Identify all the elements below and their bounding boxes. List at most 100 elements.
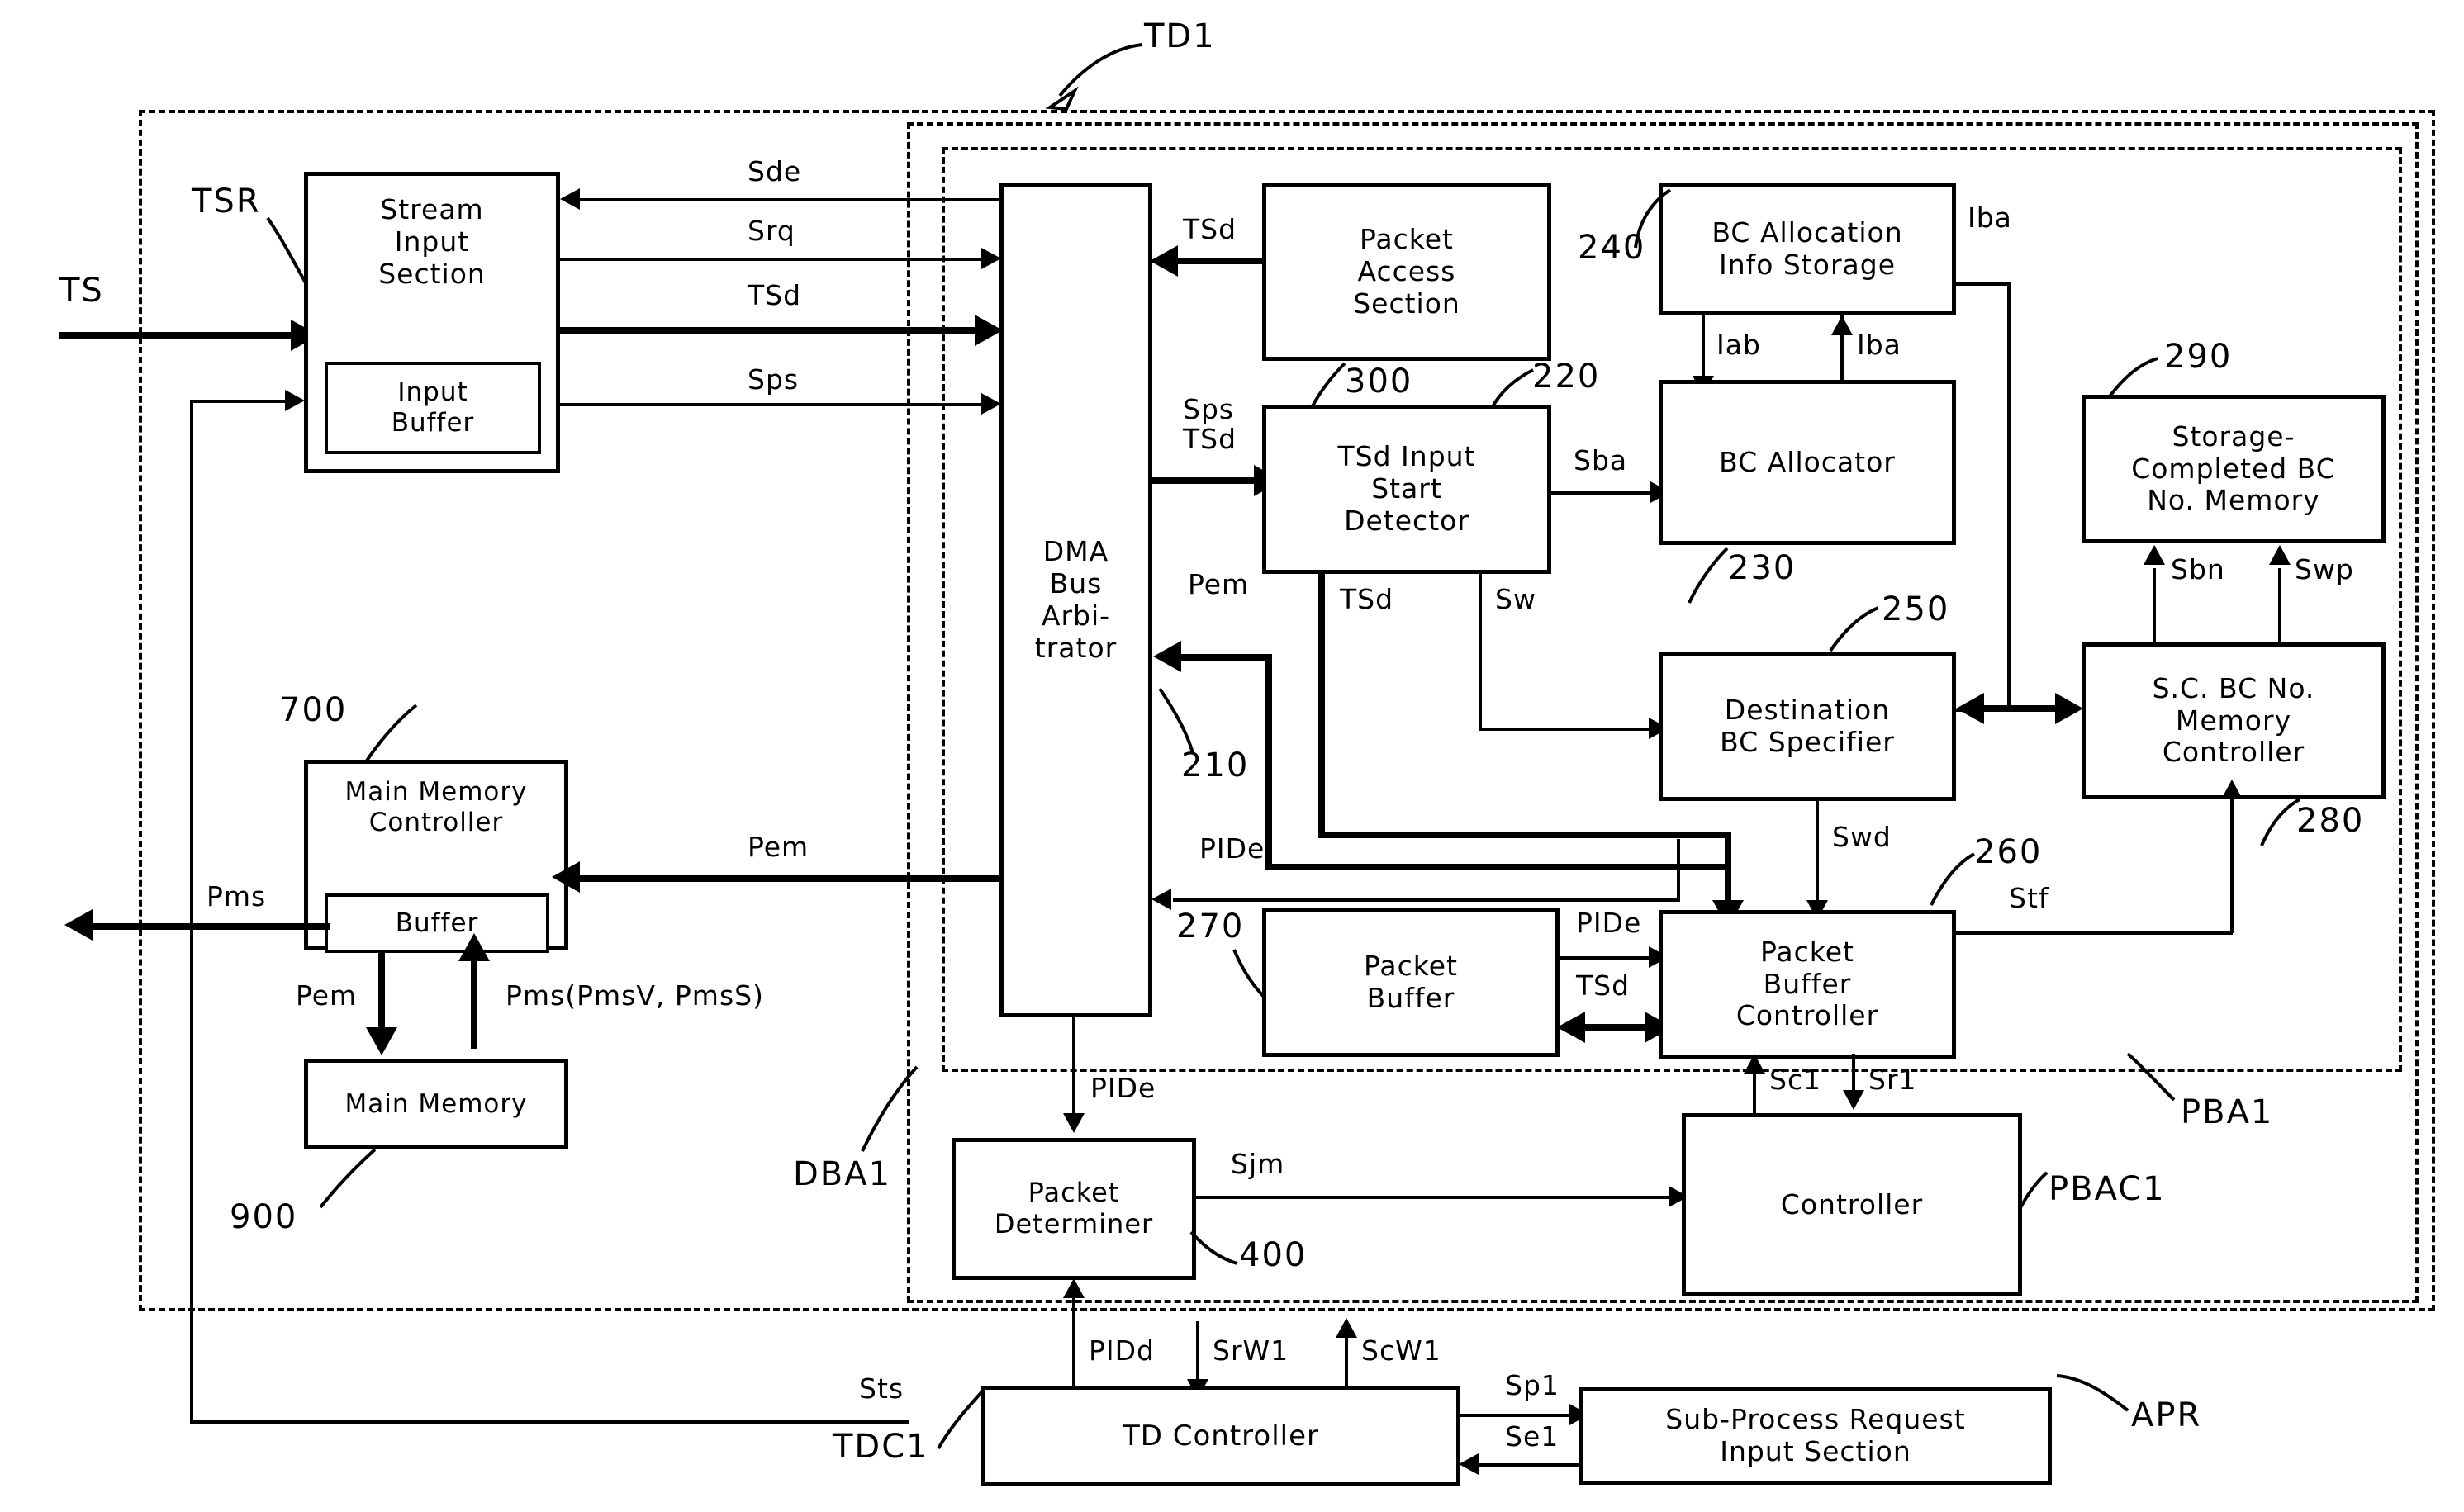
refnum-packet-buffer-controller: 260 bbox=[1974, 833, 2043, 871]
wire-sts-feedback-bottom bbox=[190, 1420, 909, 1424]
label-pide-arb: PIDe bbox=[1199, 832, 1265, 865]
block-tsd-input-start-detector[interactable]: TSd Input Start Detector bbox=[1262, 405, 1551, 574]
label-pide-pb: PIDe bbox=[1576, 907, 1642, 939]
wire-pidd bbox=[1072, 1298, 1075, 1387]
refnum-bc-allocator: 230 bbox=[1728, 549, 1797, 587]
block-bc-allocator[interactable]: BC Allocator bbox=[1659, 380, 1956, 545]
label-iba-top: Iba bbox=[1968, 201, 2012, 234]
label-srw1: SrW1 bbox=[1213, 1334, 1289, 1367]
pba1-leader bbox=[2126, 1052, 2176, 1102]
block-destination-bc-specifier[interactable]: Destination BC Specifier bbox=[1659, 652, 1956, 801]
wire-tsd-detector-h bbox=[1318, 832, 1731, 838]
label-sp1: Sp1 bbox=[1505, 1369, 1560, 1401]
block-main-memory[interactable]: Main Memory bbox=[304, 1059, 568, 1149]
arrow-pidd bbox=[1063, 1278, 1085, 1298]
arrow-swp bbox=[2269, 545, 2291, 565]
refnum-storage-completed-bc-no-memory: 290 bbox=[2164, 338, 2233, 376]
refnum-main-memory: 900 bbox=[230, 1198, 298, 1236]
label-pide-det: PIDe bbox=[1090, 1072, 1156, 1104]
arrow-pms-out bbox=[64, 909, 93, 941]
wire-bcspec-to-scbc bbox=[1978, 705, 2061, 712]
wire-sr1 bbox=[1852, 1054, 1855, 1093]
arrow-bcspec-right bbox=[2055, 693, 2083, 724]
block-td-controller[interactable]: TD Controller bbox=[981, 1386, 1460, 1486]
label-sw: Sw bbox=[1495, 583, 1536, 615]
label-se1: Se1 bbox=[1505, 1420, 1560, 1453]
wire-sde bbox=[578, 198, 999, 201]
wire-iab bbox=[1702, 315, 1705, 380]
label-iba-mid: Iba bbox=[1857, 329, 1901, 361]
arrow-pide-det bbox=[1063, 1113, 1085, 1133]
wire-pms-mem bbox=[471, 958, 477, 1049]
wire-swd bbox=[1816, 801, 1819, 910]
refnum-700-leader bbox=[363, 704, 418, 765]
refnum-280-leader bbox=[2260, 798, 2300, 846]
label-pidd: PIDd bbox=[1089, 1334, 1155, 1367]
label-swd: Swd bbox=[1832, 821, 1892, 853]
wire-sbn bbox=[2153, 568, 2156, 652]
refnum-packet-determiner: 400 bbox=[1239, 1236, 1308, 1274]
block-input-buffer[interactable]: Input Buffer bbox=[325, 362, 541, 454]
arrow-tsd-stream bbox=[975, 315, 1003, 346]
wire-tsd-stream bbox=[560, 327, 981, 334]
wire-iba-top-v bbox=[2007, 282, 2011, 712]
dba1-leader bbox=[861, 1065, 919, 1152]
label-scw1: ScW1 bbox=[1361, 1334, 1441, 1367]
arrow-stf bbox=[2221, 780, 2243, 799]
wire-pms-out bbox=[91, 923, 330, 930]
wire-srq bbox=[560, 258, 990, 261]
refnum-290-leader bbox=[2108, 357, 2158, 398]
arrow-into-input-buffer bbox=[285, 390, 305, 411]
wire-srw1 bbox=[1196, 1321, 1199, 1386]
wire-scw1 bbox=[1345, 1336, 1348, 1387]
label-swp: Swp bbox=[2295, 553, 2354, 585]
refnum-230-leader bbox=[1688, 547, 1729, 604]
label-sps: Sps bbox=[748, 363, 800, 396]
wire-se1 bbox=[1479, 1463, 1581, 1467]
block-storage-completed-bc-no-memory[interactable]: Storage- Completed BC No. Memory bbox=[2082, 395, 2386, 543]
block-packet-buffer[interactable]: Packet Buffer bbox=[1262, 908, 1560, 1057]
block-buffer[interactable]: Buffer bbox=[325, 893, 549, 953]
refnum-400-leader bbox=[1189, 1230, 1238, 1265]
arrow-sbn bbox=[2144, 545, 2165, 565]
block-controller[interactable]: Controller bbox=[1682, 1113, 2022, 1296]
arrow-sr1 bbox=[1843, 1090, 1864, 1110]
block-sc-bc-no-memory-controller[interactable]: S.C. BC No. Memory Controller bbox=[2082, 642, 2386, 799]
label-sde: Sde bbox=[748, 155, 802, 187]
block-sub-process-request-input-section[interactable]: Sub-Process Request Input Section bbox=[1579, 1387, 2052, 1485]
arrow-srq bbox=[981, 248, 1001, 269]
refnum-tsd-input-start-detector: 220 bbox=[1532, 358, 1601, 396]
wire-pem-arb-v bbox=[1265, 654, 1272, 870]
label-sts: Sts bbox=[859, 1372, 904, 1405]
wire-sw-h bbox=[1479, 728, 1654, 731]
wire-sba bbox=[1551, 491, 1655, 495]
arrow-pem-mmc bbox=[552, 861, 580, 893]
wire-pide-det bbox=[1072, 1017, 1075, 1123]
label-sps-tsd: Sps TSd bbox=[1183, 393, 1237, 456]
block-dma-bus-arbitrator[interactable]: DMA Bus Arbi- trator bbox=[999, 183, 1152, 1017]
label-pem-mem: Pem bbox=[296, 979, 358, 1012]
label-pem-mmc: Pem bbox=[748, 831, 809, 863]
arrow-pem-arb bbox=[1153, 641, 1181, 672]
block-packet-access-section[interactable]: Packet Access Section bbox=[1262, 183, 1551, 361]
wire-sts-feedback-to-input-buffer bbox=[190, 400, 289, 403]
refnum-260-leader bbox=[1930, 852, 1975, 906]
block-packet-buffer-controller[interactable]: Packet Buffer Controller bbox=[1659, 910, 1956, 1059]
arrow-se1 bbox=[1459, 1453, 1479, 1475]
label-sba: Sba bbox=[1574, 444, 1628, 476]
refnum-900-leader bbox=[319, 1148, 377, 1209]
arrow-pms-mem bbox=[458, 933, 490, 961]
label-pms: Pms bbox=[207, 880, 267, 912]
wire-pide-arb bbox=[1173, 898, 1680, 902]
wire-pide-arb-v bbox=[1677, 839, 1680, 902]
block-bc-allocation-info-storage[interactable]: BC Allocation Info Storage bbox=[1659, 183, 1956, 315]
wire-sp1 bbox=[1460, 1414, 1574, 1417]
wire-pem-mem bbox=[378, 950, 385, 1039]
label-pem-arb: Pem bbox=[1188, 568, 1250, 600]
refnum-220-leader bbox=[1490, 368, 1534, 409]
wire-iba-top-h bbox=[1956, 282, 2011, 286]
label-tsd-pas: TSd bbox=[1183, 213, 1237, 245]
block-packet-determiner[interactable]: Packet Determiner bbox=[952, 1138, 1196, 1280]
wire-stf-v bbox=[2230, 799, 2234, 933]
label-td1: TD1 bbox=[1144, 17, 1216, 55]
